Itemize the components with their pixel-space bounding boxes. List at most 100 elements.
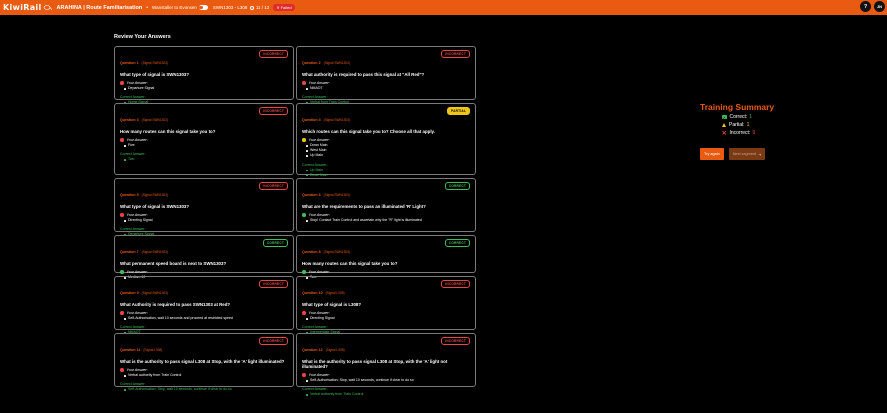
your-answer-label: Your Answer: bbox=[120, 213, 288, 217]
toggle-switch[interactable] bbox=[198, 5, 208, 10]
question-card: Question 8 (Signal SWN1303) CORRECT How man… bbox=[296, 235, 476, 279]
question-card: Question 9 (Signal SWN1303) INCORRECT What … bbox=[114, 276, 294, 334]
question-text: What is the authority to pass signal L30… bbox=[302, 359, 448, 369]
question-text: What type of signal is SWN1303? bbox=[120, 204, 190, 209]
warning-icon bbox=[722, 123, 726, 127]
list-item: Five bbox=[124, 143, 288, 148]
question-card: Question 6 (Signal SWN1303) CORRECT What ar… bbox=[296, 178, 476, 232]
cross-icon: ✕ bbox=[721, 130, 727, 137]
question-text: What type of signal is L308? bbox=[302, 302, 362, 307]
your-answer-list: Self-Authorisation; Stop, wait 10 second… bbox=[306, 378, 470, 383]
question-signal: (Signal SWN1303) bbox=[323, 61, 350, 65]
answer-status-icon bbox=[302, 311, 306, 315]
kiwirail-logo[interactable]: KiwiRail bbox=[3, 3, 52, 12]
answer-status-icon bbox=[120, 81, 124, 85]
list-item: Directing Signal bbox=[306, 316, 470, 321]
list-item: Self-Authorisation; Stop, wait 10 second… bbox=[124, 387, 288, 392]
help-button[interactable]: ? bbox=[860, 1, 871, 12]
question-number: Question 1 bbox=[120, 61, 139, 65]
question-signal: (Signal L308) bbox=[325, 348, 345, 352]
result-badge: INCORRECT bbox=[441, 337, 470, 345]
question-number: Question 3 bbox=[120, 118, 139, 122]
result-badge: CORRECT bbox=[444, 239, 470, 247]
question-text: What is the authority to pass signal L30… bbox=[120, 359, 285, 364]
result-badge: INCORRECT bbox=[259, 337, 288, 345]
your-answer-list: Directing Signal bbox=[124, 218, 288, 223]
question-card: Question 4 (Signal SWN1303) PARTIAL Which r… bbox=[296, 103, 476, 177]
correct-answer-list: Two bbox=[124, 157, 288, 162]
question-signal: (Signal L308) bbox=[325, 291, 345, 295]
your-answer-label: Your Answer: bbox=[120, 81, 288, 85]
signal-range: SWN1303 - L308 bbox=[212, 5, 248, 10]
correct-answer-label: Correct Answer: bbox=[302, 162, 328, 167]
result-badge: INCORRECT bbox=[259, 182, 288, 190]
correct-answer-label: Correct Answer: bbox=[120, 325, 146, 330]
next-segment-button[interactable]: Next segment ➜ bbox=[728, 148, 766, 160]
route-breadcrumb: Wanstaller to Evonsen bbox=[151, 5, 197, 10]
summary-partial: Partial: 1 bbox=[722, 122, 780, 128]
correct-answer-label: Correct Answer: bbox=[302, 95, 328, 100]
questions-grid: Question 1 (Signal SWN1303) INCORRECT What … bbox=[114, 46, 478, 396]
list-item: NMAOT bbox=[306, 86, 470, 91]
close-icon: ✕ bbox=[276, 5, 280, 10]
correct-answer-label: Correct Answer: bbox=[302, 325, 328, 330]
question-signal: (Signal SWN1303) bbox=[141, 250, 168, 254]
your-answer-label: Your Answer: bbox=[302, 373, 470, 377]
your-answer-list: Self-Authorisation; wait 10 seconds and … bbox=[124, 316, 288, 321]
question-number: Question 2 bbox=[302, 61, 321, 65]
summary-correct: ✓ Correct: 1 bbox=[722, 114, 753, 120]
list-item: Departure Signal bbox=[124, 86, 288, 91]
correct-answer-label: Correct Answer: bbox=[302, 387, 328, 392]
result-badge: INCORRECT bbox=[441, 50, 470, 58]
question-text: How many routes can this signal take you… bbox=[302, 261, 398, 266]
list-item: Directing Signal bbox=[124, 218, 288, 223]
correct-answer-label: Correct Answer: bbox=[120, 227, 146, 232]
correct-answer-list: Verbal authority from Train Control bbox=[306, 392, 470, 397]
summary-incorrect: ✕ Incorrect: 9 bbox=[721, 130, 756, 137]
question-signal: (Signal SWN1303) bbox=[141, 118, 168, 122]
question-number: Question 5 bbox=[120, 193, 139, 197]
result-badge: INCORRECT bbox=[259, 50, 288, 58]
your-answer-label: Your Answer: bbox=[302, 138, 470, 142]
your-answer-list: NMAOT bbox=[306, 86, 470, 91]
answer-status-icon bbox=[302, 213, 306, 217]
question-number: Question 12 bbox=[302, 348, 323, 352]
top-bar: KiwiRail ARAHINA | Route Familiarisation… bbox=[0, 0, 887, 15]
your-answer-list: Stop! Contact Train Control and ascertai… bbox=[306, 218, 470, 223]
question-signal: (Signal SWN1303) bbox=[141, 61, 168, 65]
question-card: Question 2 (Signal SWN1303) INCORRECT What … bbox=[296, 46, 476, 104]
question-card: Question 10 (Signal L308) INCORRECT What ty… bbox=[296, 276, 476, 334]
answer-status-icon bbox=[120, 368, 124, 372]
question-card: Question 7 (Signal SWN1303) CORRECT What pe… bbox=[114, 235, 294, 279]
summary-title: Training Summary bbox=[700, 102, 775, 112]
your-answer-label: Your Answer: bbox=[302, 213, 470, 217]
list-item: Up Main bbox=[306, 153, 470, 158]
status-badge: ✕ Failed bbox=[273, 4, 295, 11]
list-item: Self-Authorisation; wait 10 seconds and … bbox=[124, 316, 288, 321]
result-badge: CORRECT bbox=[444, 182, 470, 190]
summary-actions: Try again Next segment ➜ bbox=[700, 148, 766, 160]
your-answer-list: Directing Signal bbox=[306, 316, 470, 321]
answer-status-icon bbox=[120, 138, 124, 142]
question-text: Which routes can this signal take you to… bbox=[302, 129, 435, 134]
avatar[interactable]: JN bbox=[874, 1, 885, 12]
answer-status-icon bbox=[302, 270, 306, 274]
answer-status-icon bbox=[120, 311, 124, 315]
question-number: Question 4 bbox=[302, 118, 321, 122]
review-title: Review Your Answers bbox=[114, 34, 171, 40]
question-text: What type of signal is SWN1303? bbox=[120, 72, 190, 77]
check-icon: ✓ bbox=[722, 114, 727, 120]
question-number: Question 6 bbox=[302, 193, 321, 197]
try-again-button[interactable]: Try again bbox=[700, 148, 724, 160]
list-item: Verbal authority from Train Control bbox=[306, 392, 470, 397]
question-card: Question 5 (Signal SWN1303) INCORRECT What … bbox=[114, 178, 294, 236]
answer-status-icon bbox=[120, 270, 124, 274]
correct-answer-label: Correct Answer: bbox=[120, 382, 146, 387]
training-summary: Training Summary ✓ Correct: 1 Partial: 1… bbox=[700, 102, 780, 137]
result-badge: INCORRECT bbox=[259, 107, 288, 115]
question-card: Question 12 (Signal L308) INCORRECT What is… bbox=[296, 333, 476, 396]
score-icon bbox=[250, 5, 255, 10]
question-number: Question 9 bbox=[120, 291, 139, 295]
your-answer-label: Your Answer: bbox=[120, 368, 288, 372]
result-badge: INCORRECT bbox=[259, 280, 288, 288]
